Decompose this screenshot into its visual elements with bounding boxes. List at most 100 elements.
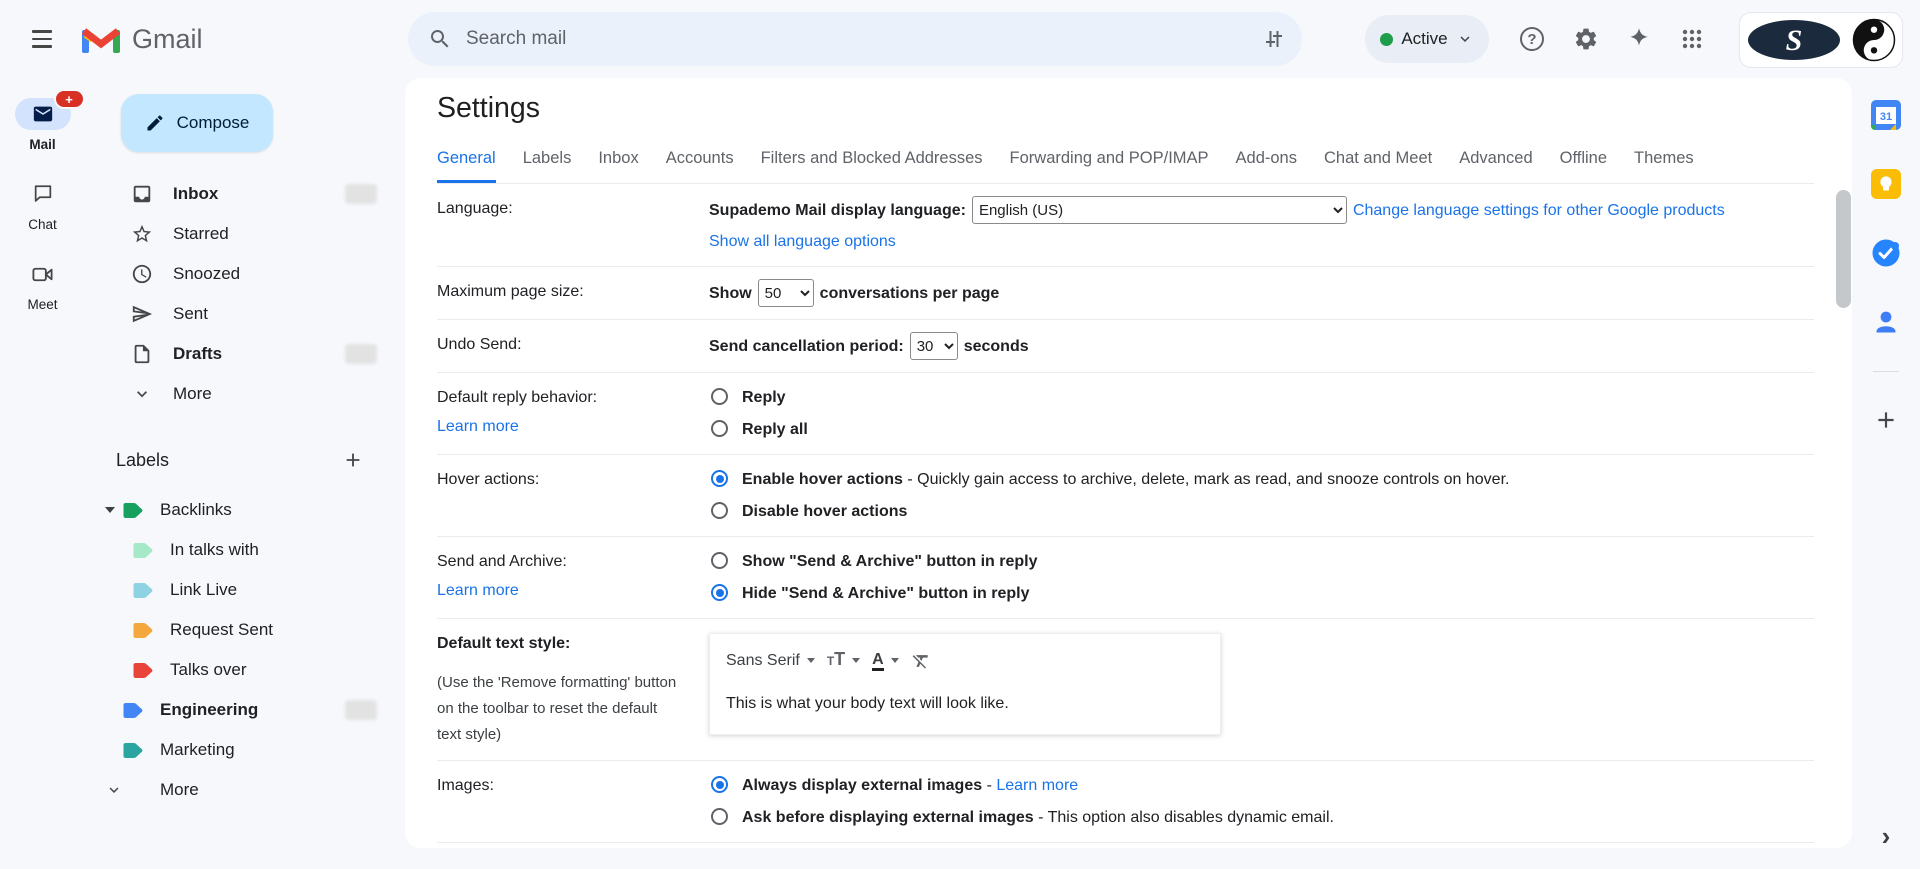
- profile-card[interactable]: S: [1739, 12, 1903, 68]
- panel-divider: [1873, 371, 1899, 372]
- display-language-label: Supademo Mail display language:: [709, 201, 966, 219]
- label-name: Backlinks: [160, 500, 232, 519]
- disable-hover-option[interactable]: Disable hover actions: [709, 499, 1814, 524]
- sidebar-item-starred[interactable]: Starred: [85, 214, 405, 254]
- sidebar-item-sent[interactable]: Sent: [85, 294, 405, 334]
- label-row-talks-over[interactable]: Talks over: [85, 650, 405, 690]
- tab-general[interactable]: General: [437, 149, 496, 183]
- gmail-logo[interactable]: Gmail: [80, 23, 203, 55]
- blurred-count: [345, 184, 377, 204]
- sidebar-item-drafts[interactable]: Drafts: [85, 334, 405, 374]
- svg-text:31: 31: [1880, 111, 1892, 123]
- calendar-icon: 31: [1871, 100, 1901, 130]
- option-desc: - This option also disables dynamic emai…: [1033, 809, 1334, 826]
- tab-chat-and-meet[interactable]: Chat and Meet: [1324, 149, 1432, 183]
- label-name: More: [160, 780, 199, 799]
- sidebar-item-more[interactable]: More: [85, 374, 405, 414]
- search-input[interactable]: [466, 28, 1252, 50]
- tab-accounts[interactable]: Accounts: [666, 149, 734, 183]
- label-expander[interactable]: [105, 507, 123, 513]
- active-status-dot: [1380, 32, 1394, 46]
- label-row-in-talks-with[interactable]: In talks with: [85, 530, 405, 570]
- tab-forwarding[interactable]: Forwarding and POP/IMAP: [1010, 149, 1209, 183]
- keep-button[interactable]: [1864, 162, 1908, 206]
- chevron-down-icon: [1460, 36, 1470, 42]
- settings-button[interactable]: [1564, 17, 1608, 61]
- apps-button[interactable]: [1670, 17, 1714, 61]
- display-language-select[interactable]: English (US): [971, 196, 1347, 224]
- page-size-select[interactable]: 50: [757, 279, 814, 307]
- contacts-button[interactable]: [1864, 300, 1908, 344]
- search-options-icon[interactable]: [1252, 17, 1296, 61]
- option-label: Always display external images: [742, 777, 983, 794]
- option-label: Reply all: [742, 421, 808, 438]
- label-row-link-live[interactable]: Link Live: [85, 570, 405, 610]
- text-color-dropdown[interactable]: A: [872, 651, 899, 671]
- radio-hide-send-archive[interactable]: [711, 584, 728, 601]
- sidebar-item-inbox[interactable]: Inbox: [85, 174, 405, 214]
- hide-send-archive-option[interactable]: Hide "Send & Archive" button in reply: [709, 581, 1814, 606]
- label-row-engineering[interactable]: Engineering: [85, 690, 405, 730]
- label-row-request-sent[interactable]: Request Sent: [85, 610, 405, 650]
- radio-ask-before-images[interactable]: [711, 808, 728, 825]
- setting-row-default-reply: Default reply behavior: Learn more Reply…: [437, 373, 1814, 455]
- tab-advanced[interactable]: Advanced: [1459, 149, 1532, 183]
- get-addons-button[interactable]: [1864, 398, 1908, 442]
- compose-button[interactable]: Compose: [121, 94, 273, 152]
- tab-inbox[interactable]: Inbox: [598, 149, 638, 183]
- radio-show-send-archive[interactable]: [711, 552, 728, 569]
- label-row-marketing[interactable]: Marketing: [85, 730, 405, 770]
- setting-row-hover-actions: Hover actions: Enable hover actions - Qu…: [437, 455, 1814, 537]
- meet-icon-pill: [15, 258, 71, 290]
- reply-option[interactable]: Reply: [709, 385, 1814, 410]
- reply-learn-more-link[interactable]: Learn more: [437, 418, 519, 435]
- row-label: Language:: [437, 200, 513, 217]
- reply-all-option[interactable]: Reply all: [709, 417, 1814, 442]
- rail-label-meet: Meet: [27, 297, 58, 312]
- font-size-dropdown[interactable]: [827, 647, 861, 674]
- search-bar[interactable]: [408, 12, 1302, 66]
- help-button[interactable]: [1510, 17, 1554, 61]
- show-send-archive-option[interactable]: Show "Send & Archive" button in reply: [709, 549, 1814, 574]
- radio-reply-all[interactable]: [711, 420, 728, 437]
- always-display-images-option[interactable]: Always display external images - Learn m…: [709, 773, 1814, 798]
- enable-hover-option[interactable]: Enable hover actions - Quickly gain acce…: [709, 467, 1814, 492]
- send-archive-learn-more-link[interactable]: Learn more: [437, 582, 519, 599]
- profile-avatar[interactable]: [1852, 18, 1896, 62]
- tab-themes[interactable]: Themes: [1634, 149, 1694, 183]
- scrollbar[interactable]: [1836, 190, 1851, 308]
- change-language-link[interactable]: Change language settings for other Googl…: [1353, 198, 1725, 223]
- ask-before-images-option[interactable]: Ask before displaying external images - …: [709, 805, 1814, 830]
- tab-labels[interactable]: Labels: [523, 149, 572, 183]
- radio-reply[interactable]: [711, 388, 728, 405]
- rail-item-mail[interactable]: + Mail: [14, 89, 85, 152]
- calendar-button[interactable]: 31: [1864, 93, 1908, 137]
- status-dropdown[interactable]: Active: [1365, 15, 1489, 63]
- sidebar-item-label: Sent: [173, 304, 208, 323]
- tab-filters[interactable]: Filters and Blocked Addresses: [761, 149, 983, 183]
- rail-item-chat[interactable]: Chat: [15, 178, 71, 232]
- remove-formatting-button[interactable]: [911, 651, 931, 671]
- chat-icon: [34, 185, 51, 202]
- labels-more[interactable]: More: [85, 770, 405, 810]
- radio-always-display-images[interactable]: [711, 776, 728, 793]
- tab-offline[interactable]: Offline: [1560, 149, 1607, 183]
- tasks-button[interactable]: [1864, 231, 1908, 275]
- label-row-backlinks[interactable]: Backlinks: [85, 490, 405, 530]
- hide-side-panel-button[interactable]: [1882, 826, 1891, 851]
- svg-text:S: S: [1786, 24, 1803, 57]
- tab-addons[interactable]: Add-ons: [1236, 149, 1297, 183]
- font-family-dropdown[interactable]: Sans Serif: [726, 648, 815, 673]
- caret-down-icon: [890, 658, 899, 663]
- rail-item-meet[interactable]: Meet: [15, 258, 71, 312]
- sidebar-item-snoozed[interactable]: Snoozed: [85, 254, 405, 294]
- search-icon[interactable]: [418, 17, 462, 61]
- gemini-button[interactable]: [1617, 17, 1661, 61]
- create-label-button[interactable]: [337, 444, 369, 476]
- show-all-language-options-link[interactable]: Show all language options: [709, 233, 896, 250]
- cancellation-period-select[interactable]: 30: [909, 332, 958, 360]
- radio-enable-hover[interactable]: [711, 470, 728, 487]
- main-menu-button[interactable]: [18, 15, 66, 63]
- images-learn-more-link[interactable]: Learn more: [996, 777, 1078, 794]
- radio-disable-hover[interactable]: [711, 502, 728, 519]
